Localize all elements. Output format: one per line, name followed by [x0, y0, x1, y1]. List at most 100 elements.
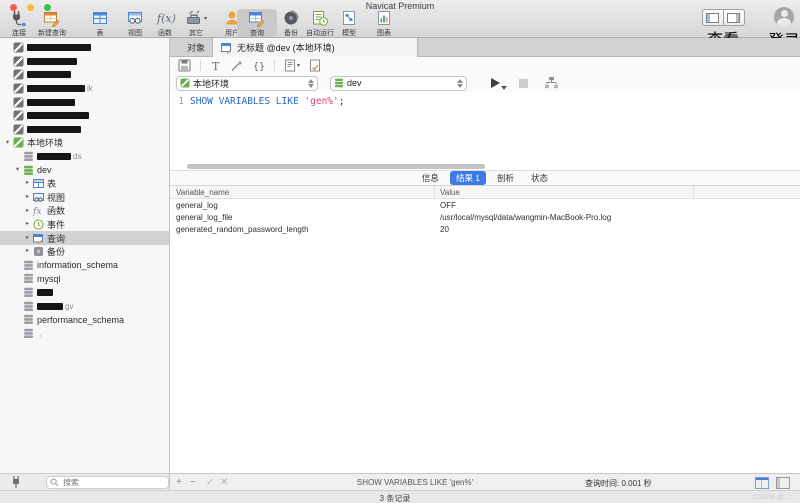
- sql-keywords: SHOW VARIABLES LIKE: [190, 96, 299, 107]
- query-time: 查询时间: 0.001 秒: [585, 478, 652, 489]
- column-header-variable-name[interactable]: Variable_name: [176, 188, 229, 197]
- toolbar-item-query[interactable]: 查询: [237, 9, 277, 37]
- dropdown-icon: ▾: [297, 62, 300, 69]
- tree-item-performance-schema[interactable]: performance_schema: [0, 313, 169, 327]
- add-record-button[interactable]: +: [176, 476, 182, 489]
- toolbar-item-chart[interactable]: 图表: [364, 9, 404, 37]
- tree-item-views[interactable]: ▸视图: [0, 191, 169, 205]
- tree-item-queries[interactable]: ▸查询: [0, 231, 169, 245]
- show-info-pane-button[interactable]: [724, 9, 745, 26]
- tables-icon: [32, 178, 44, 190]
- sql-editor[interactable]: 1 SHOW VARIABLES LIKE 'gen%';: [170, 92, 800, 170]
- tree-item-events[interactable]: ▸事件: [0, 218, 169, 232]
- connect-icon: [10, 9, 28, 27]
- toolbar-item-others[interactable]: ▾ 其它: [175, 9, 217, 37]
- column-header-value[interactable]: Value: [440, 188, 460, 197]
- disclosure-collapsed-icon[interactable]: ▸: [23, 235, 32, 242]
- sql-terminator: ;: [339, 96, 345, 107]
- plug-icon[interactable]: [10, 475, 22, 489]
- result-view-toggles: [755, 477, 790, 489]
- tree-item-functions[interactable]: ▸fx函数: [0, 204, 169, 218]
- database-closed-icon: [22, 314, 34, 326]
- tree-item-connection-redacted[interactable]: ik: [0, 82, 169, 96]
- table-row[interactable]: general_log OFF: [170, 199, 800, 211]
- disclosure-collapsed-icon[interactable]: ▸: [23, 208, 32, 215]
- format-text-icon[interactable]: T: [210, 59, 221, 72]
- show-sidebar-button[interactable]: [702, 9, 724, 26]
- tree-item-connection-redacted[interactable]: [0, 109, 169, 123]
- disclosure-collapsed-icon[interactable]: ▸: [23, 180, 32, 187]
- connection-open-icon: [12, 137, 24, 149]
- connection-closed-icon: [12, 83, 24, 95]
- svg-text:{}: {}: [253, 62, 265, 73]
- table-row[interactable]: general_log_file /usr/local/mysql/data/w…: [170, 211, 800, 223]
- delete-record-button[interactable]: −: [190, 476, 196, 489]
- toolbar-item-model[interactable]: 模型: [329, 9, 369, 37]
- query-plan-icon[interactable]: [309, 59, 321, 72]
- tree-item-information-schema[interactable]: information_schema: [0, 259, 169, 273]
- discard-changes-button[interactable]: ✕: [220, 476, 228, 489]
- tree-item-database-redacted[interactable]: ,: [0, 326, 169, 340]
- column-divider[interactable]: [434, 186, 435, 198]
- avatar: [774, 7, 794, 27]
- watermark: CSDN @...: [753, 494, 792, 501]
- tree-item-tables[interactable]: ▸表: [0, 177, 169, 191]
- svg-text:fx: fx: [33, 207, 41, 216]
- tree-item-connection-redacted[interactable]: [0, 123, 169, 137]
- tree-item-database-redacted[interactable]: ds: [0, 150, 169, 164]
- run-query-button[interactable]: [491, 76, 505, 90]
- views-icon: [32, 191, 44, 203]
- tab-profile[interactable]: 剖析: [491, 171, 520, 185]
- others-icon: ▾: [185, 9, 207, 27]
- tab-status[interactable]: 状态: [525, 171, 554, 185]
- connection-select[interactable]: 本地环境: [176, 76, 318, 91]
- stepper-arrows-icon: [308, 79, 314, 88]
- disclosure-collapsed-icon[interactable]: ▸: [23, 194, 32, 201]
- tree-item-dev-database[interactable]: ▾dev: [0, 163, 169, 177]
- search-input[interactable]: [61, 477, 165, 488]
- tree-item-mysql[interactable]: mysql: [0, 272, 169, 286]
- explain-button[interactable]: [544, 76, 559, 90]
- save-icon[interactable]: [178, 59, 191, 72]
- dropdown-icon: ▾: [204, 15, 207, 22]
- tree-item-backups[interactable]: ▸备份: [0, 245, 169, 259]
- editor-horizontal-scrollbar[interactable]: [187, 164, 485, 169]
- disclosure-expanded-icon[interactable]: ▾: [13, 167, 22, 174]
- tree-item-connection-redacted[interactable]: [0, 41, 169, 55]
- tree-item-local-connection[interactable]: ▾本地环境: [0, 136, 169, 150]
- tree-item-connection-redacted[interactable]: [0, 95, 169, 109]
- disclosure-expanded-icon[interactable]: ▾: [3, 140, 12, 147]
- table-row[interactable]: generated_random_password_length 20: [170, 223, 800, 235]
- stop-query-button[interactable]: [519, 79, 528, 88]
- tab-result-1[interactable]: 结果 1: [450, 171, 486, 185]
- apply-changes-button[interactable]: ✓: [206, 476, 214, 489]
- disclosure-collapsed-icon[interactable]: ▸: [23, 248, 32, 255]
- document-tab-bar: 对象 无标题 @dev (本地环境): [170, 38, 800, 57]
- beautify-sql-icon[interactable]: [230, 59, 243, 72]
- toolbar-item-new-query[interactable]: 新建查询: [30, 9, 74, 37]
- tab-active-query[interactable]: 无标题 @dev (本地环境): [212, 38, 418, 57]
- automation-icon: [311, 9, 329, 27]
- form-view-icon[interactable]: [776, 477, 790, 489]
- export-result-icon[interactable]: ▾: [284, 59, 300, 72]
- disclosure-collapsed-icon[interactable]: ▸: [23, 221, 32, 228]
- grid-view-icon[interactable]: [755, 477, 769, 489]
- result-tab-bar: 信息 结果 1 剖析 状态: [170, 170, 800, 186]
- connection-closed-icon: [12, 110, 24, 122]
- tree-item-database-redacted[interactable]: gv: [0, 299, 169, 313]
- code-braces-icon[interactable]: {}: [252, 59, 265, 72]
- tree-item-database-redacted[interactable]: [0, 286, 169, 300]
- database-open-icon: [22, 164, 34, 176]
- database-select[interactable]: dev: [330, 76, 467, 91]
- database-closed-icon: [22, 327, 34, 339]
- sql-statement: SHOW VARIABLES LIKE 'gen%';: [190, 96, 344, 107]
- svg-text:T: T: [212, 60, 220, 72]
- connection-closed-icon: [12, 69, 24, 81]
- toolbar-item-table[interactable]: 表: [80, 9, 120, 37]
- query-run-toolbar: 本地环境 dev: [170, 74, 800, 92]
- tree-item-connection-redacted[interactable]: [0, 68, 169, 82]
- column-divider[interactable]: [693, 186, 694, 198]
- tree-item-connection-redacted[interactable]: [0, 55, 169, 69]
- sidebar-search: [46, 476, 169, 489]
- tab-info[interactable]: 信息: [416, 171, 445, 185]
